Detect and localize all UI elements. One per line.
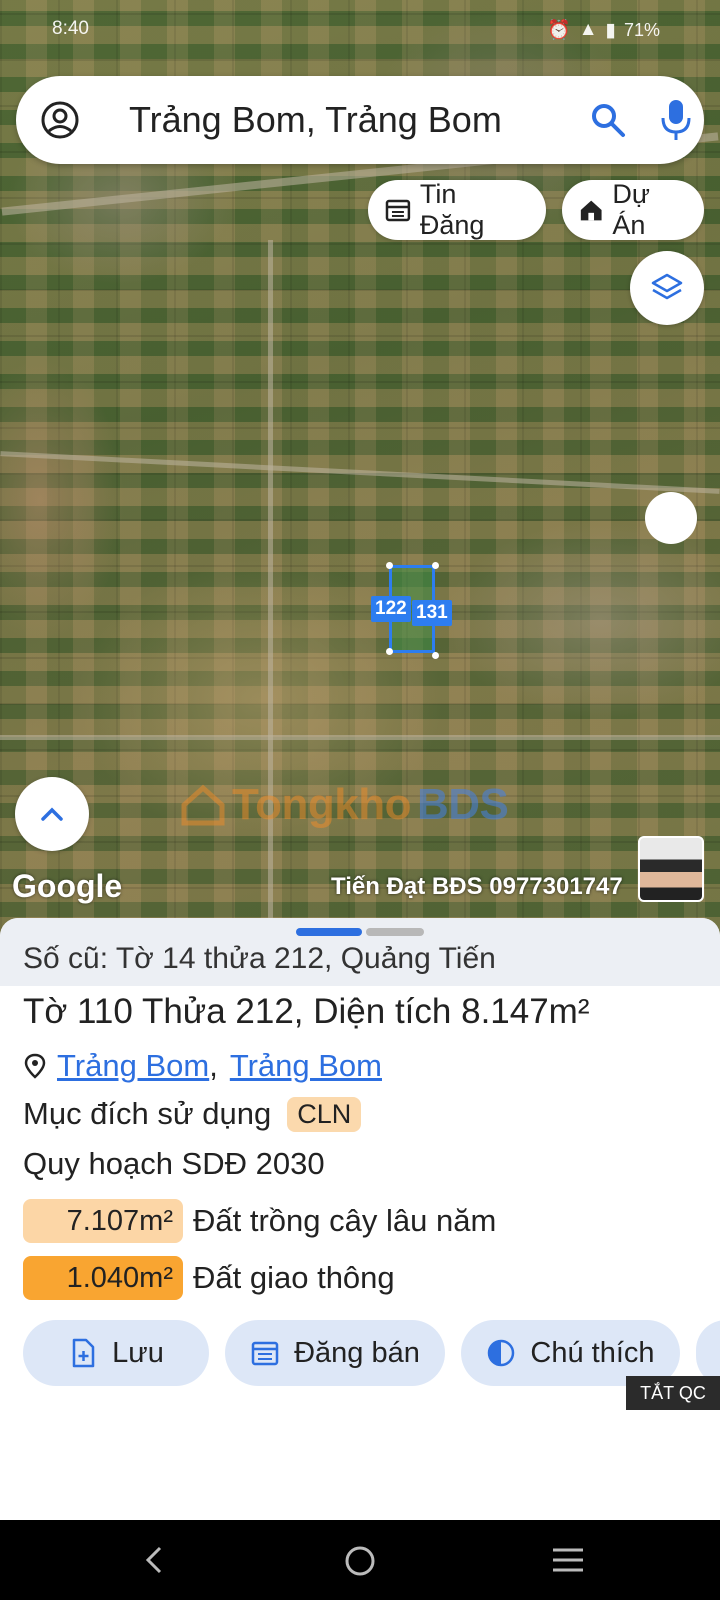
listings-chip-label: Tin Đăng <box>419 179 485 240</box>
area-row: 7.107m² Đất trồng cây lâu năm <box>23 1199 496 1243</box>
mic-icon[interactable] <box>658 98 694 142</box>
post-sale-button-label: Đăng bán <box>294 1336 420 1369</box>
land-use-purpose: Mục đích sử dụng CLN <box>23 1096 362 1132</box>
save-button-label: Lưu <box>112 1336 164 1369</box>
search-bar[interactable]: Trảng Bom, Trảng Bom <box>16 76 704 164</box>
projects-chip[interactable]: Dự Án <box>562 179 704 240</box>
parcel-vertex <box>432 652 439 659</box>
location-district-link[interactable]: Trảng Bom <box>57 1048 209 1084</box>
house-icon <box>580 200 602 221</box>
location-pin-icon <box>24 1053 46 1079</box>
location-separator: , <box>209 1048 218 1083</box>
layers-icon <box>651 273 683 300</box>
alarm-icon: ⏰ <box>547 20 571 41</box>
calendar-list-icon <box>251 1341 279 1366</box>
watermark-text: Tongkho <box>232 780 411 829</box>
watermark-house-icon <box>181 784 225 826</box>
expand-sheet-button[interactable] <box>15 777 89 851</box>
status-icons: ⏰ ▲ ▮ 71% <box>547 18 660 42</box>
save-button[interactable]: Lưu <box>23 1320 209 1386</box>
map-control-button[interactable] <box>645 492 697 544</box>
file-add-icon <box>72 1338 95 1368</box>
watermark-text-2: BDS <box>416 780 509 829</box>
area-row: 1.040m² Đất giao thông <box>23 1256 395 1300</box>
sheet-handle[interactable] <box>296 928 362 936</box>
signal-icon: ▲ <box>578 19 598 40</box>
area-type-label: Đất trồng cây lâu năm <box>193 1203 497 1238</box>
purpose-code-badge: CLN <box>287 1096 362 1132</box>
calendar-list-icon <box>385 199 411 222</box>
battery-icon: ▮ <box>605 19 616 41</box>
listings-chip[interactable]: Tin Đăng <box>368 179 546 240</box>
search-input[interactable]: Trảng Bom, Trảng Bom <box>129 100 502 140</box>
system-nav-bar <box>0 1520 720 1600</box>
projects-chip-label: Dự Án <box>612 179 650 240</box>
back-icon[interactable] <box>140 1544 170 1576</box>
area-value-badge: 7.107m² <box>23 1199 183 1243</box>
search-icon[interactable] <box>588 100 628 140</box>
old-parcel-info: Số cũ: Tờ 14 thửa 212, Quảng Tiến <box>23 942 496 975</box>
agent-name[interactable]: Tiến Đạt BĐS 0977301747 <box>331 873 623 901</box>
ad-off-button[interactable]: TẮT QC <box>626 1376 720 1410</box>
legend-button-label: Chú thích <box>530 1336 655 1369</box>
status-time: 8:40 <box>52 18 89 39</box>
parcel-label[interactable]: 122 <box>371 596 411 622</box>
map-road <box>0 451 720 494</box>
sheet-handle[interactable] <box>366 928 424 936</box>
layers-button[interactable] <box>630 251 704 325</box>
agent-avatar[interactable] <box>638 836 704 902</box>
google-logo: Google <box>12 868 123 904</box>
parcel-label[interactable]: 131 <box>412 600 452 626</box>
sheet-header[interactable]: Số cũ: Tờ 14 thửa 212, Quảng Tiến <box>0 918 720 986</box>
chevron-up-icon <box>41 807 63 821</box>
parcel-info-sheet: Số cũ: Tờ 14 thửa 212, Quảng Tiến Tờ 110… <box>0 918 720 1520</box>
purpose-label: Mục đích sử dụng <box>23 1096 272 1131</box>
battery-level: 71% <box>623 19 660 40</box>
location-row: Trảng Bom , Trảng Bom <box>23 1048 382 1084</box>
watermark: Tongkho BDS <box>180 780 509 830</box>
parcel-vertex <box>386 648 393 655</box>
contrast-icon <box>488 1339 515 1367</box>
parcel-title: Tờ 110 Thửa 212, Diện tích 8.147m² <box>23 992 590 1031</box>
parcel-vertex <box>386 562 393 569</box>
area-type-label: Đất giao thông <box>193 1260 395 1295</box>
home-icon[interactable] <box>343 1544 377 1578</box>
parcel-vertex <box>432 562 439 569</box>
location-town-link[interactable]: Trảng Bom <box>230 1048 382 1084</box>
post-sale-button[interactable]: Đăng bán <box>225 1320 445 1386</box>
map-road <box>268 240 273 935</box>
account-icon[interactable] <box>40 100 80 140</box>
recents-icon[interactable] <box>550 1544 586 1576</box>
map-view[interactable]: 8:40 ⏰ ▲ ▮ 71% Trảng Bom, Trảng Bom Tin … <box>0 0 720 935</box>
planning-label: Quy hoạch SDĐ 2030 <box>23 1146 325 1181</box>
area-value-badge: 1.040m² <box>23 1256 183 1300</box>
status-bar: 8:40 ⏰ ▲ ▮ 71% <box>0 0 720 60</box>
map-road <box>0 735 720 740</box>
